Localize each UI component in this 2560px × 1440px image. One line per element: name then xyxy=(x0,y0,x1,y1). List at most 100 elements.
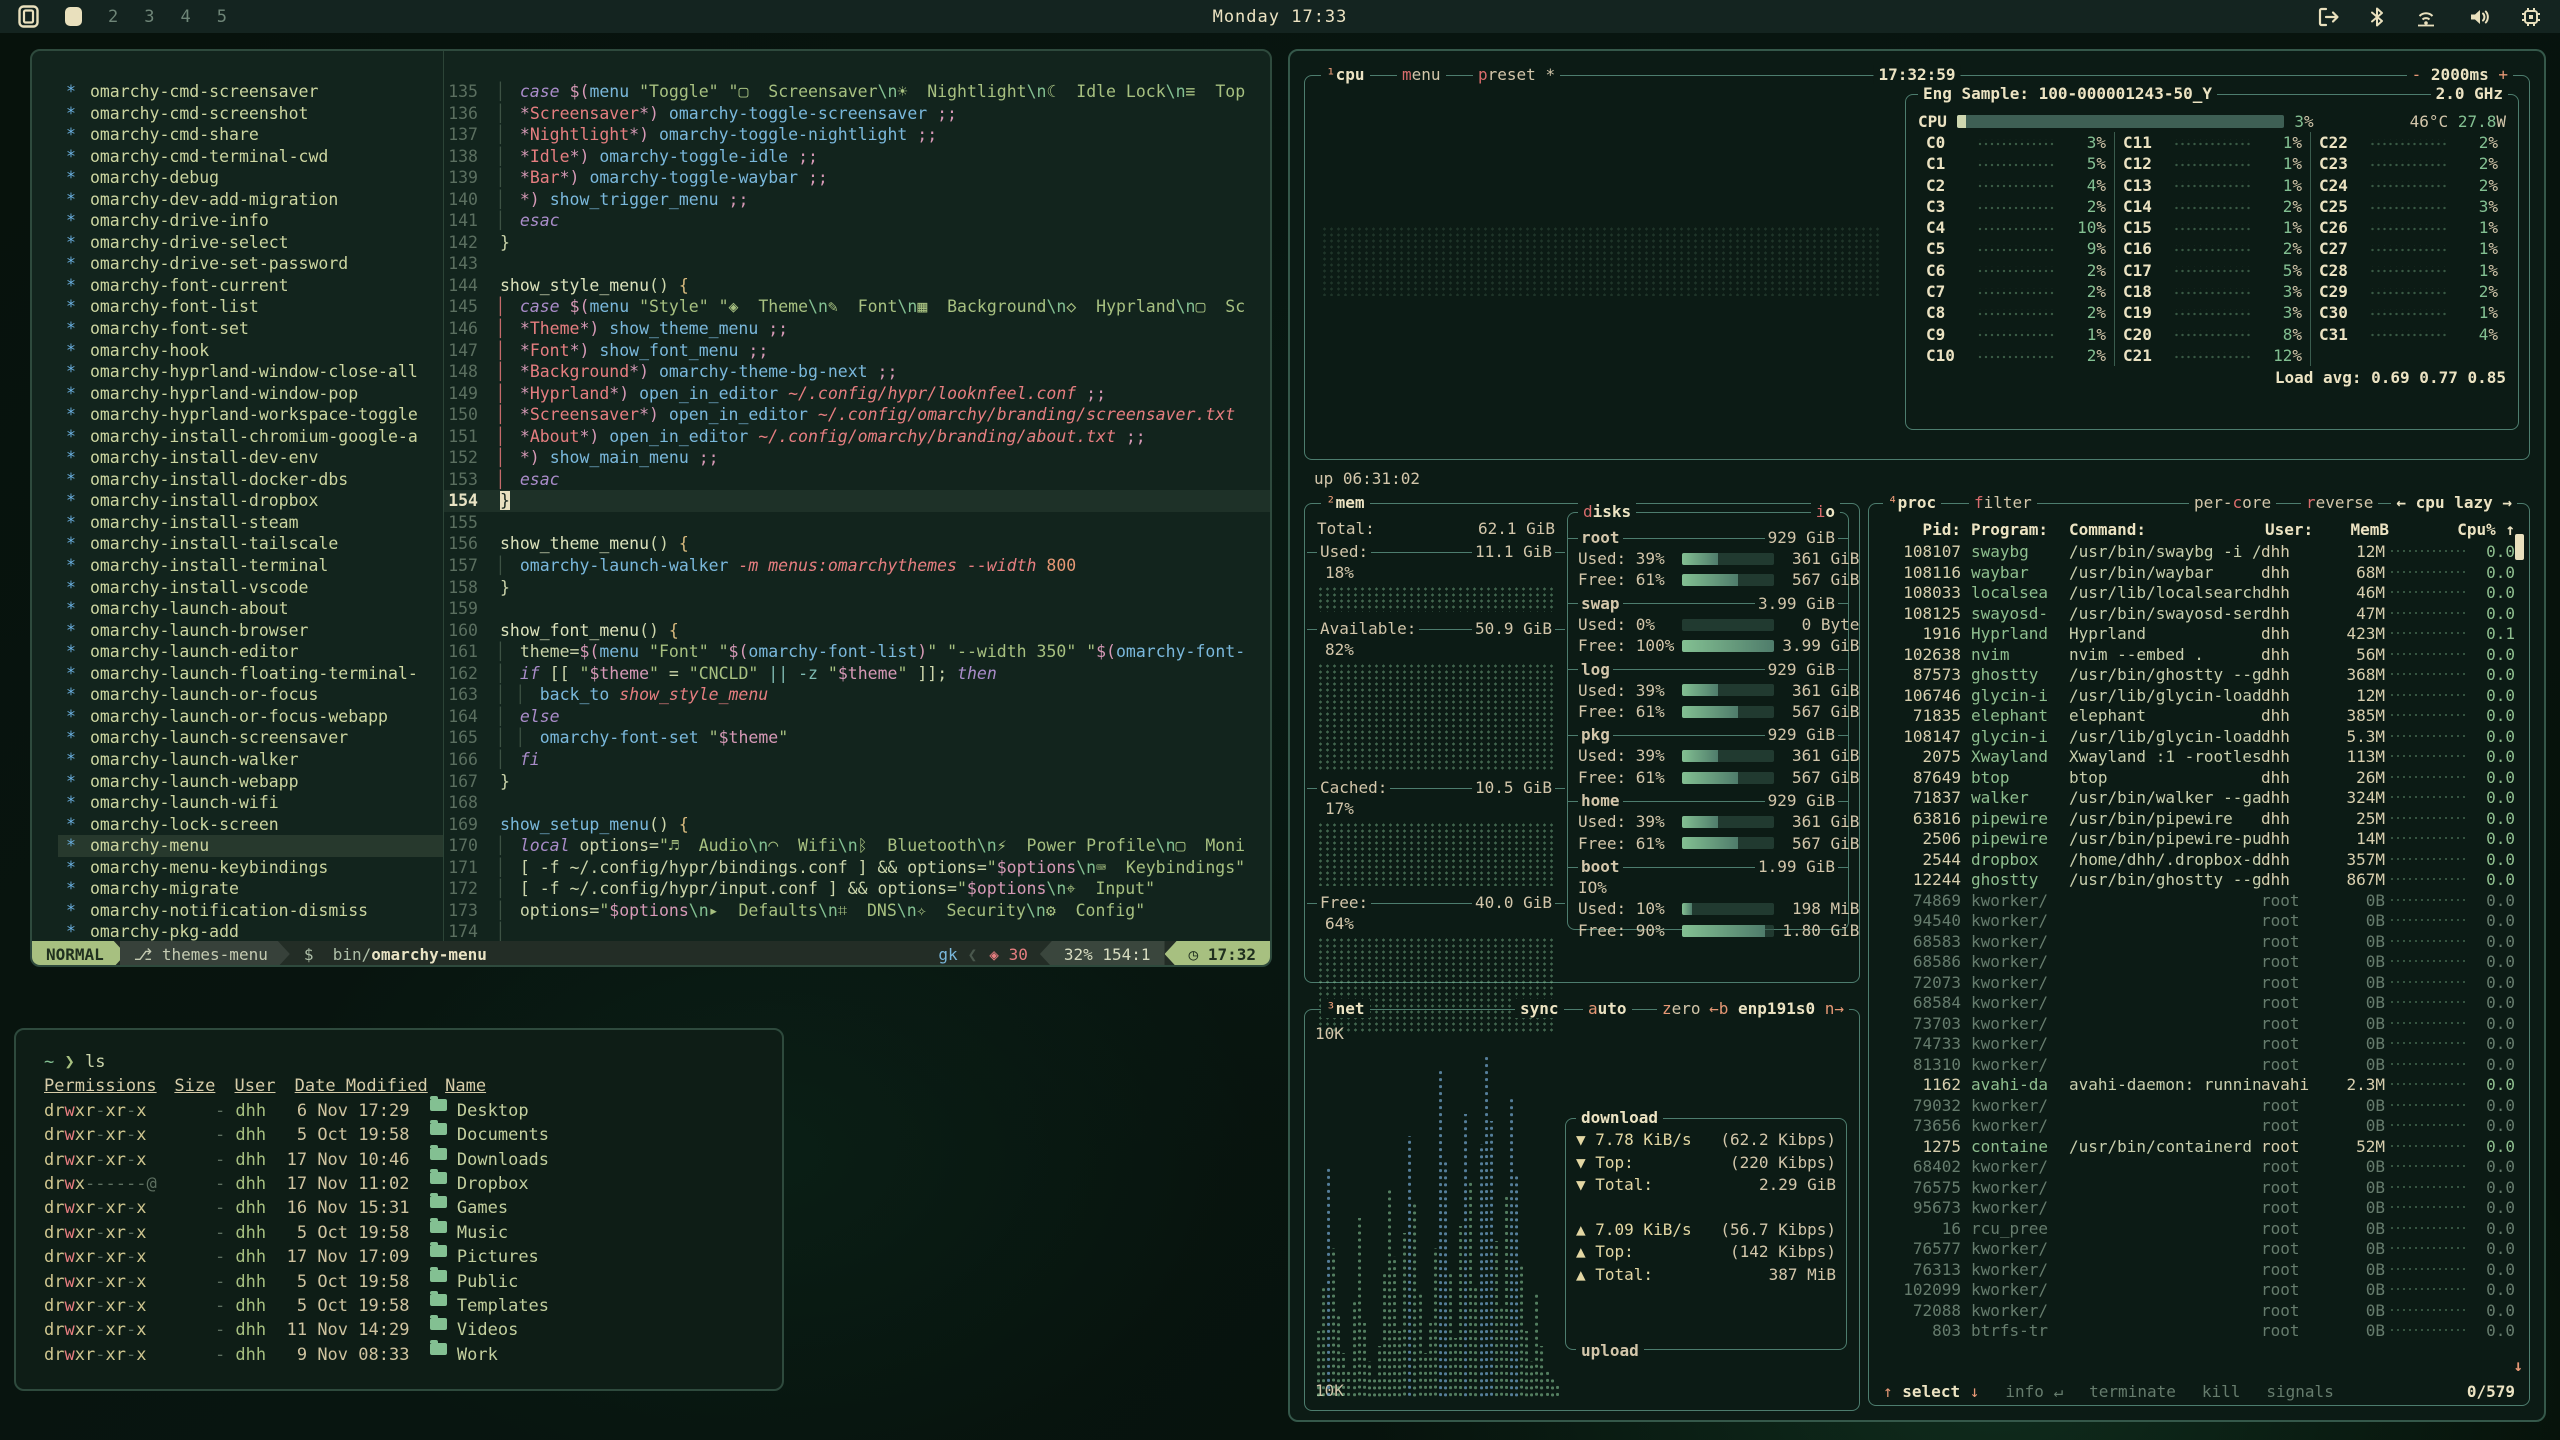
proc-row[interactable]: 94540kworker/root0B0.0 xyxy=(1883,911,2515,932)
code-line[interactable]: 163▏ ▏ back_to show_style_menu xyxy=(444,684,1270,706)
file-row[interactable]: *omarchy-install-docker-dbs xyxy=(58,469,443,491)
file-row[interactable]: *omarchy-install-vscode xyxy=(58,577,443,599)
chip-icon[interactable] xyxy=(2520,6,2542,28)
code-line[interactable]: 152▏ *) show_main_menu ;; xyxy=(444,447,1270,469)
select-action[interactable]: ↑ select ↓ xyxy=(1883,1382,1979,1401)
file-row[interactable]: *omarchy-launch-screensaver xyxy=(58,727,443,749)
proc-row[interactable]: 68586kworker/root0B0.0 xyxy=(1883,952,2515,973)
file-row[interactable]: *omarchy-cmd-screenshot xyxy=(58,103,443,125)
code-line[interactable]: 144show_style_menu() { xyxy=(444,275,1270,297)
proc-tab[interactable]: ⁴proc xyxy=(1883,493,1941,512)
code-line[interactable]: 164▏ else xyxy=(444,706,1270,728)
auto-tab[interactable]: auto xyxy=(1583,999,1632,1018)
menu-tab[interactable]: menu xyxy=(1397,65,1446,84)
code-line[interactable]: 169show_setup_menu() { xyxy=(444,814,1270,836)
code-line[interactable]: 145▏ case $(menu "Style" "◈ Theme\n✎ Fon… xyxy=(444,296,1270,318)
file-row[interactable]: *omarchy-install-tailscale xyxy=(58,533,443,555)
file-row[interactable]: *omarchy-cmd-terminal-cwd xyxy=(58,146,443,168)
workspace-3[interactable]: 3 xyxy=(144,7,154,27)
proc-row[interactable]: 2544dropbox/home/dhh/.dropbox-distdhh357… xyxy=(1883,850,2515,871)
proc-row[interactable]: 2075XwaylandXwayland :1 -rootless -dhh11… xyxy=(1883,747,2515,768)
file-row[interactable]: *omarchy-pkg-add xyxy=(58,921,443,941)
proc-row[interactable]: 1275containe/usr/bin/containerdroot52M0.… xyxy=(1883,1137,2515,1158)
scroll-down-icon[interactable]: ↓ xyxy=(2513,1356,2523,1375)
code-line[interactable]: 162▏ if [[ "$theme" = "CNCLD" || -z "$th… xyxy=(444,663,1270,685)
code-line[interactable]: 161▏ theme=$(menu "Font" "$(omarchy-font… xyxy=(444,641,1270,663)
code-line[interactable]: 173▏ options="$options\n▸ Defaults\n⌗ DN… xyxy=(444,900,1270,922)
io-tab[interactable]: io xyxy=(1811,502,1840,521)
proc-row[interactable]: 102638nvimnvim --embed .dhh56M0.0 xyxy=(1883,645,2515,666)
proc-row[interactable]: 71837walker/usr/bin/walker --gappldhh324… xyxy=(1883,788,2515,809)
proc-row[interactable]: 102099kworker/root0B0.0 xyxy=(1883,1280,2515,1301)
file-row[interactable]: *omarchy-install-dev-env xyxy=(58,447,443,469)
proc-row[interactable]: 72088kworker/root0B0.0 xyxy=(1883,1301,2515,1322)
proc-row[interactable]: 76313kworker/root0B0.0 xyxy=(1883,1260,2515,1281)
code-line[interactable]: 142} xyxy=(444,232,1270,254)
proc-row[interactable]: 76577kworker/root0B0.0 xyxy=(1883,1239,2515,1260)
file-row[interactable]: *omarchy-launch-walker xyxy=(58,749,443,771)
file-row[interactable]: *omarchy-hook xyxy=(58,340,443,362)
code-line[interactable]: 157▏ omarchy-launch-walker -m menus:omar… xyxy=(444,555,1270,577)
code-area[interactable]: 135▏ case $(menu "Toggle" "▢ Screensaver… xyxy=(444,51,1270,941)
proc-row[interactable]: 106746glycin-i/usr/lib/glycin-loadersdhh… xyxy=(1883,686,2515,707)
proc-row[interactable]: 74869kworker/root0B0.0 xyxy=(1883,891,2515,912)
workspace-2[interactable]: 2 xyxy=(108,7,118,27)
code-line[interactable]: 150▏ *Screensaver*) open_in_editor ~/.co… xyxy=(444,404,1270,426)
terminate-action[interactable]: terminate xyxy=(2089,1382,2176,1401)
code-line[interactable]: 143 xyxy=(444,253,1270,275)
code-line[interactable]: 151▏ *About*) open_in_editor ~/.config/o… xyxy=(444,426,1270,448)
workspace-1-active[interactable] xyxy=(65,7,82,26)
code-line[interactable]: 172▏ [ -f ~/.config/hypr/input.conf ] &&… xyxy=(444,878,1270,900)
file-row[interactable]: *omarchy-debug xyxy=(58,167,443,189)
wifi-icon[interactable] xyxy=(2414,7,2438,27)
proc-row[interactable]: 63816pipewire/usr/bin/pipewiredhh25M0.0 xyxy=(1883,809,2515,830)
file-row[interactable]: *omarchy-font-set xyxy=(58,318,443,340)
file-row[interactable]: *omarchy-notification-dismiss xyxy=(58,900,443,922)
proc-row[interactable]: 1162avahi-daavahi-daemon: running [avahi… xyxy=(1883,1075,2515,1096)
file-row[interactable]: *omarchy-hyprland-window-close-all xyxy=(58,361,443,383)
proc-row[interactable]: 108116waybar/usr/bin/waybardhh68M0.0 xyxy=(1883,563,2515,584)
code-line[interactable]: 170▏ local options="♬ Audio\n◠ Wifi\nᛒ B… xyxy=(444,835,1270,857)
file-row[interactable]: *omarchy-launch-editor xyxy=(58,641,443,663)
proc-row[interactable]: 72073kworker/root0B0.0 xyxy=(1883,973,2515,994)
info-action[interactable]: info ↵ xyxy=(2005,1382,2063,1401)
code-line[interactable]: 171▏ [ -f ~/.config/hypr/bindings.conf ]… xyxy=(444,857,1270,879)
file-row[interactable]: *omarchy-migrate xyxy=(58,878,443,900)
proc-row[interactable]: 68402kworker/root0B0.0 xyxy=(1883,1157,2515,1178)
file-row[interactable]: *omarchy-install-dropbox xyxy=(58,490,443,512)
proc-row[interactable]: 803btrfs-trroot0B0.0 xyxy=(1883,1321,2515,1342)
file-row[interactable]: *omarchy-drive-info xyxy=(58,210,443,232)
code-line[interactable]: 167} xyxy=(444,771,1270,793)
file-row[interactable]: *omarchy-drive-select xyxy=(58,232,443,254)
signals-action[interactable]: signals xyxy=(2266,1382,2333,1401)
file-row[interactable]: *omarchy-launch-webapp xyxy=(58,771,443,793)
file-row[interactable]: *omarchy-launch-browser xyxy=(58,620,443,642)
proc-row[interactable]: 68584kworker/root0B0.0 xyxy=(1883,993,2515,1014)
code-line[interactable]: 159 xyxy=(444,598,1270,620)
proc-row[interactable]: 108033localsea/usr/lib/localsearch-exdhh… xyxy=(1883,583,2515,604)
clock[interactable]: Monday 17:33 xyxy=(1213,7,1348,27)
per-core-tab[interactable]: per-core xyxy=(2189,493,2276,512)
code-line[interactable]: 135▏ case $(menu "Toggle" "▢ Screensaver… xyxy=(444,81,1270,103)
proc-row[interactable]: 73703kworker/root0B0.0 xyxy=(1883,1014,2515,1035)
file-row[interactable]: *omarchy-launch-floating-terminal- xyxy=(58,663,443,685)
proc-row[interactable]: 16rcu_preeroot0B0.0 xyxy=(1883,1219,2515,1240)
proc-row[interactable]: 79032kworker/root0B0.0 xyxy=(1883,1096,2515,1117)
file-row[interactable]: *omarchy-font-list xyxy=(58,296,443,318)
file-row[interactable]: *omarchy-install-terminal xyxy=(58,555,443,577)
file-row[interactable]: *omarchy-drive-set-password xyxy=(58,253,443,275)
sort-selector[interactable]: ← cpu lazy → xyxy=(2391,493,2517,512)
code-line[interactable]: 147▏ *Font*) show_font_menu ;; xyxy=(444,340,1270,362)
code-line[interactable]: 155 xyxy=(444,512,1270,534)
proc-row[interactable]: 108107swaybg/usr/bin/swaybg -i /homdhh12… xyxy=(1883,542,2515,563)
file-row[interactable]: *omarchy-launch-about xyxy=(58,598,443,620)
proc-row[interactable]: 12244ghostty/usr/bin/ghostty --gtk-dhh86… xyxy=(1883,870,2515,891)
code-line[interactable]: 165▏ ▏ omarchy-font-set "$theme" xyxy=(444,727,1270,749)
code-line[interactable]: 166▏ fi xyxy=(444,749,1270,771)
code-line[interactable]: 137▏ *Nightlight*) omarchy-toggle-nightl… xyxy=(444,124,1270,146)
code-line[interactable]: 140▏ *) show_trigger_menu ;; xyxy=(444,189,1270,211)
terminal-window[interactable]: ~ ❯ lsPermissionsSizeUserDate ModifiedNa… xyxy=(14,1028,784,1391)
code-line[interactable]: 136▏ *Screensaver*) omarchy-toggle-scree… xyxy=(444,103,1270,125)
proc-row[interactable]: 108147glycin-i/usr/lib/glycin-loadersdhh… xyxy=(1883,727,2515,748)
cpu-tab[interactable]: ¹cpu xyxy=(1321,65,1370,84)
